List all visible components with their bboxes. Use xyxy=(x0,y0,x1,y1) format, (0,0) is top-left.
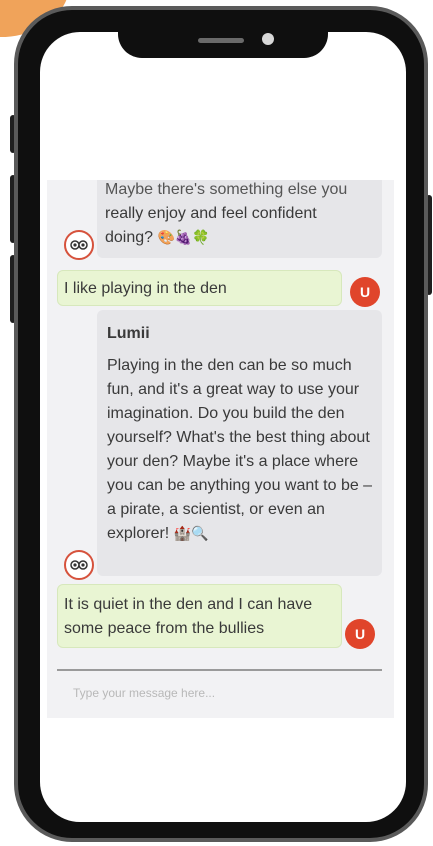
chat-window: Maybe there's something else you really … xyxy=(47,180,394,718)
emoji-castle-magnifier: 🏰🔍 xyxy=(173,526,209,542)
owl-face-icon xyxy=(70,240,88,250)
user-message-text: It is quiet in the den and I can have so… xyxy=(64,596,313,637)
bot-message-body: Playing in the den can be so much fun, a… xyxy=(107,357,373,542)
bot-message-text: Playing in the den can be so much fun, a… xyxy=(107,354,374,546)
message-input[interactable] xyxy=(57,676,382,710)
user-message-text: I like playing in the den xyxy=(64,280,227,297)
screenshot-stage: Maybe there's something else you really … xyxy=(0,0,433,846)
phone-notch xyxy=(118,30,328,58)
owl-avatar-icon xyxy=(64,550,94,580)
user-message: It is quiet in the den and I can have so… xyxy=(57,584,342,648)
bot-message: Maybe there's something else you really … xyxy=(97,180,382,258)
user-avatar: U xyxy=(345,619,375,649)
user-message: I like playing in the den xyxy=(57,270,342,306)
owl-face-icon xyxy=(70,560,88,570)
bot-message-line: really enjoy and feel confident xyxy=(105,205,317,222)
emoji-palette-grapes-clover: 🎨🍇🍀 xyxy=(157,230,210,246)
bot-message-line: doing? xyxy=(105,229,154,246)
user-avatar: U xyxy=(350,277,380,307)
composer-divider xyxy=(57,669,382,671)
bot-message-partial-line: Maybe there's something else you xyxy=(105,181,348,198)
bot-name: Lumii xyxy=(107,325,150,342)
front-camera xyxy=(262,33,274,45)
speaker-grille xyxy=(198,38,244,43)
owl-avatar-icon xyxy=(64,230,94,260)
bot-message: Lumii Playing in the den can be so much … xyxy=(97,310,382,576)
bot-message-line-with-emoji: doing? 🎨🍇🍀 xyxy=(105,226,374,250)
